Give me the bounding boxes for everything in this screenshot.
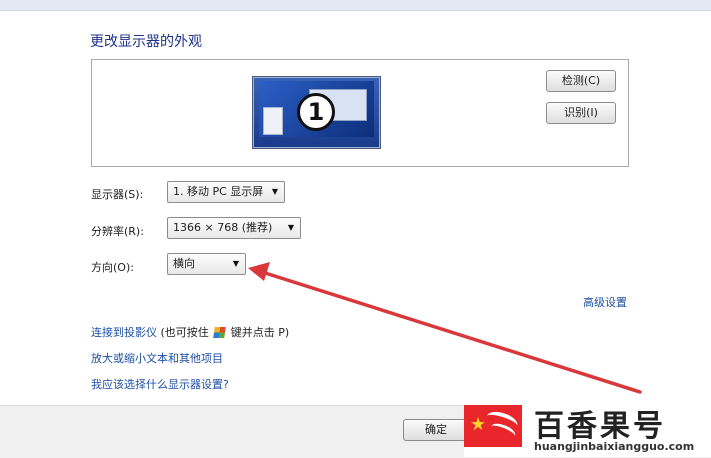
- annotation-arrow-line: [260, 270, 642, 394]
- watermark-url: huangjinbaixiangguo.com: [534, 440, 695, 453]
- watermark-mark-icon: ★: [464, 405, 522, 447]
- star-icon: ★: [470, 414, 487, 435]
- watermark-logo: ★ 百香果号 huangjinbaixiangguo.com: [464, 401, 711, 457]
- watermark-brand: 百香果号: [534, 409, 666, 444]
- annotation-arrow-head: [248, 262, 270, 281]
- annotation-arrow: [248, 262, 642, 394]
